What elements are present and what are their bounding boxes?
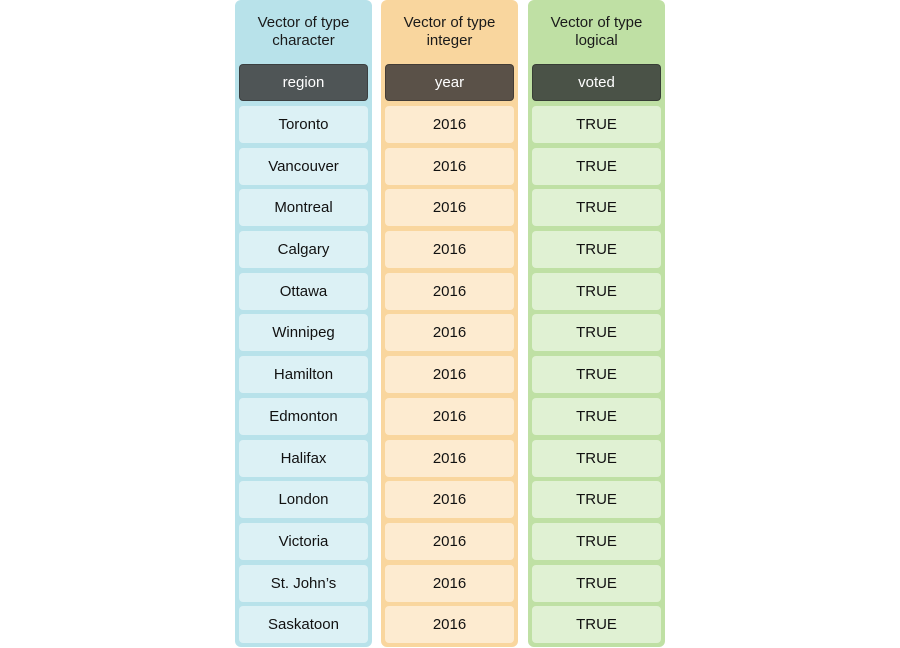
value-cell: Saskatoon xyxy=(239,606,368,644)
value-cell: TRUE xyxy=(532,397,661,435)
value-cell: TRUE xyxy=(532,439,661,477)
value-cell: 2016 xyxy=(385,314,514,352)
column-header-voted: voted xyxy=(532,64,661,101)
column-title-line2: logical xyxy=(575,32,618,49)
column-header-region: region xyxy=(239,64,368,101)
value-cell: Calgary xyxy=(239,231,368,269)
value-cell: Toronto xyxy=(239,106,368,143)
column-logical: Vector of type logical voted TRUE TRUE TRU… xyxy=(528,0,665,647)
value-cell: TRUE xyxy=(532,106,661,143)
value-cell: TRUE xyxy=(532,564,661,602)
value-cell: 2016 xyxy=(385,397,514,435)
value-cell: Edmonton xyxy=(239,397,368,435)
value-cell: 2016 xyxy=(385,189,514,227)
value-cell: 2016 xyxy=(385,481,514,519)
cells: 2016 2016 2016 2016 2016 2016 2016 2016 2016 2016… xyxy=(385,106,514,648)
value-cell: 2016 xyxy=(385,564,514,602)
value-cell: 2016 xyxy=(385,272,514,310)
column-header-year: year xyxy=(385,64,514,101)
value-cell: TRUE xyxy=(532,231,661,269)
column-title: Vector of type logical xyxy=(528,14,665,50)
value-cell: Vancouver xyxy=(239,147,368,185)
value-cell: 2016 xyxy=(385,231,514,269)
value-cell: Victoria xyxy=(239,522,368,560)
value-cell: TRUE xyxy=(532,314,661,352)
cells: TRUE TRUE TRUE TRUE TRUE TRUE TRUE TRUE TRUE TRUE… xyxy=(532,106,661,648)
value-cell: TRUE xyxy=(532,356,661,394)
column-title-line2: integer xyxy=(426,32,473,49)
value-cell: TRUE xyxy=(532,147,661,185)
value-cell: TRUE xyxy=(532,606,661,644)
column-title: Vector of type integer xyxy=(381,14,518,50)
value-cell: 2016 xyxy=(385,106,514,143)
value-cell: 2016 xyxy=(385,606,514,644)
value-cell: Montreal xyxy=(239,189,368,227)
value-cell: 2016 xyxy=(385,439,514,477)
column-character: Vector of type character region Toronto V… xyxy=(235,0,372,647)
value-cell: Hamilton xyxy=(239,356,368,394)
column-title-line1: Vector of type xyxy=(403,14,496,31)
value-cell: 2016 xyxy=(385,356,514,394)
column-title-line2: character xyxy=(272,32,335,49)
value-cell: London xyxy=(239,481,368,519)
cells: Toronto Vancouver Montreal Calgary Ottawa Win… xyxy=(239,106,368,648)
value-cell: TRUE xyxy=(532,189,661,227)
value-cell: TRUE xyxy=(532,481,661,519)
value-cell: TRUE xyxy=(532,272,661,310)
column-integer: Vector of type integer year 2016 2016 2016… xyxy=(381,0,518,647)
value-cell: 2016 xyxy=(385,147,514,185)
value-cell: TRUE xyxy=(532,522,661,560)
value-cell: 2016 xyxy=(385,522,514,560)
column-title: Vector of type character xyxy=(235,14,372,50)
column-title-line1: Vector of type xyxy=(550,14,643,31)
value-cell: Winnipeg xyxy=(239,314,368,352)
value-cell: Ottawa xyxy=(239,272,368,310)
value-cell: St. John’s xyxy=(239,564,368,602)
column-title-line1: Vector of type xyxy=(257,14,350,31)
value-cell: Halifax xyxy=(239,439,368,477)
